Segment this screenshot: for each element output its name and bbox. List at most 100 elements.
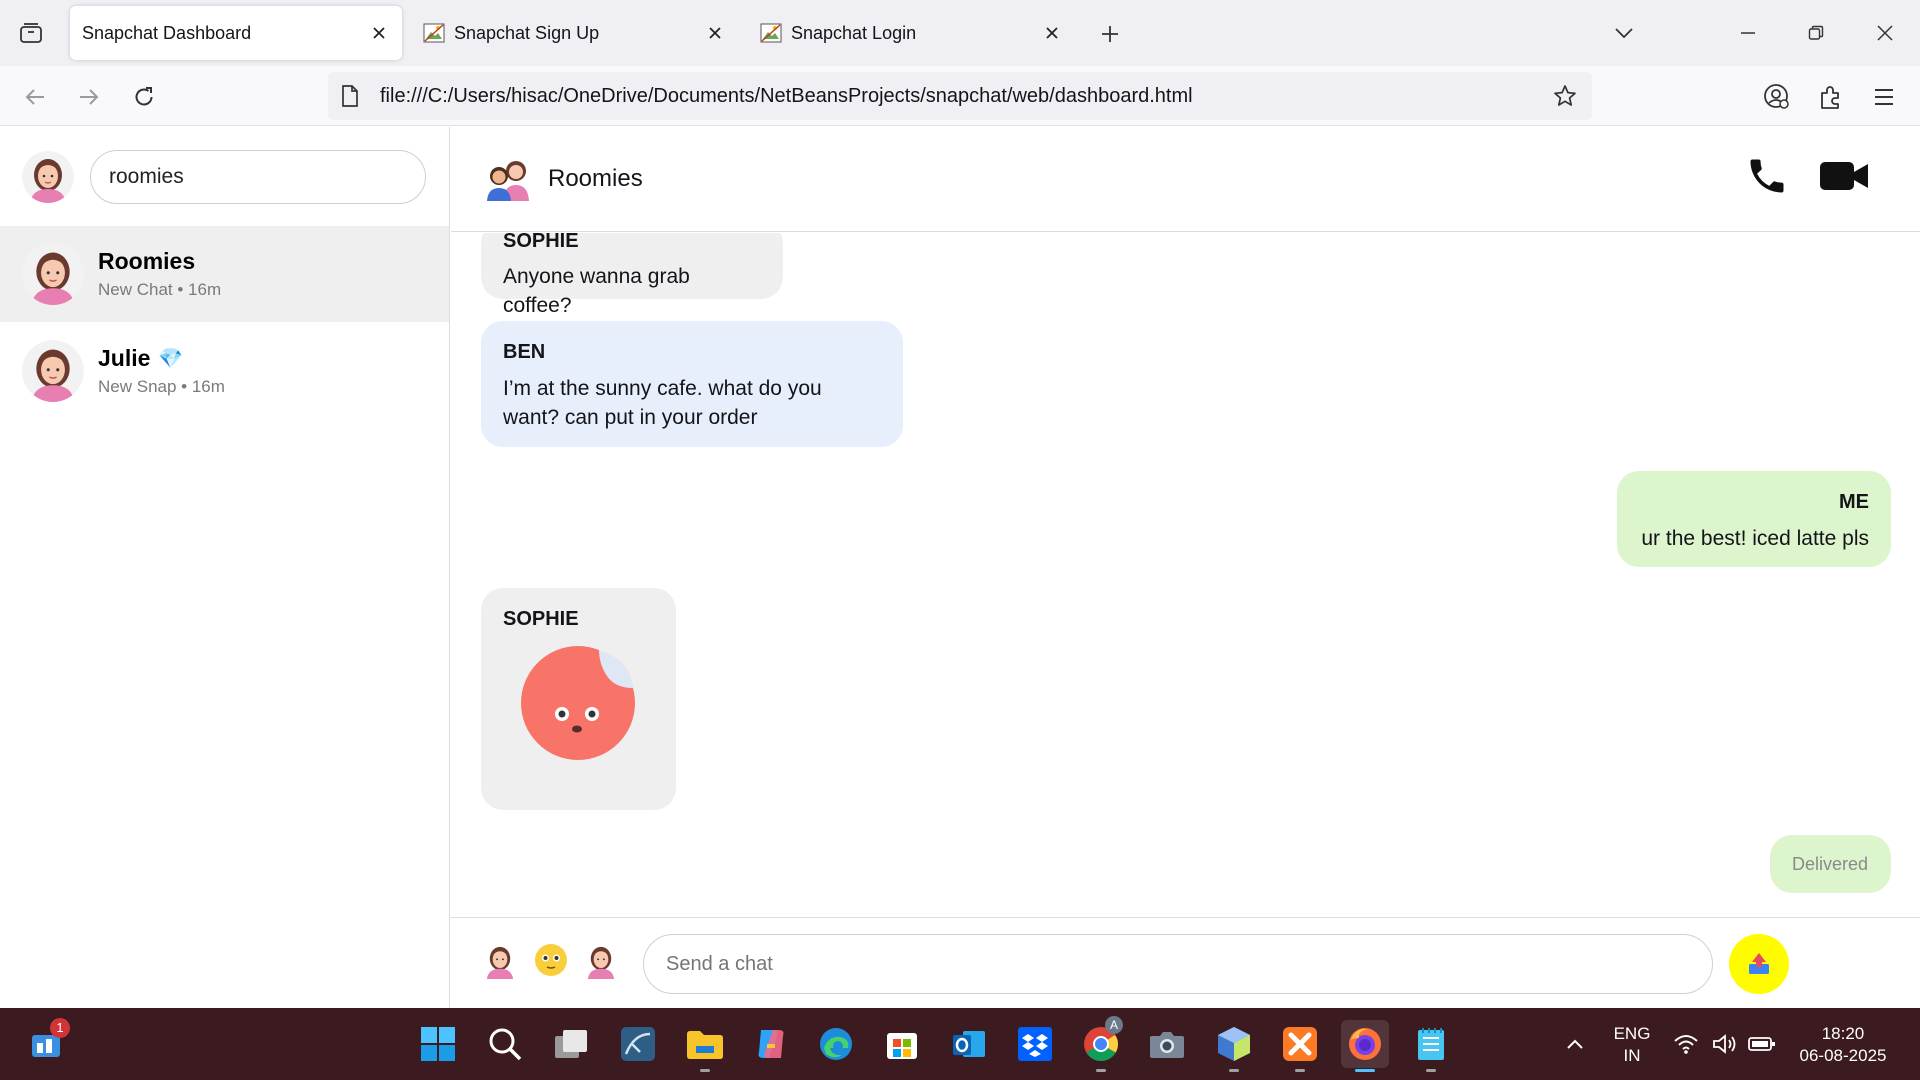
language-code: ENG	[1613, 1024, 1651, 1043]
close-tab-icon[interactable]	[700, 18, 730, 48]
windows-start-icon[interactable]	[414, 1020, 462, 1068]
tab-title: Snapchat Sign Up	[454, 22, 600, 43]
tab-title: Snapchat Dashboard	[82, 22, 252, 43]
chat-title: Roomies	[548, 165, 643, 192]
chat-name: Julie	[98, 345, 151, 371]
widgets-icon[interactable]: 1	[24, 1018, 72, 1068]
user-avatar[interactable]	[22, 151, 74, 203]
close-window-icon[interactable]	[1865, 16, 1905, 50]
forward-arrow-icon[interactable]	[72, 80, 106, 114]
bitmoji-sticker-icon[interactable]	[581, 940, 621, 980]
language-indicator[interactable]: ENG IN	[1600, 1023, 1664, 1067]
account-icon[interactable]	[1760, 80, 1794, 114]
profile-badge: A	[1105, 1016, 1123, 1034]
chat-item-roomies[interactable]: Roomies New Chat • 16m	[0, 226, 449, 322]
address-bar[interactable]: file:///C:/Users/hisac/OneDrive/Document…	[328, 72, 1592, 120]
tab-overflow-chevron-icon[interactable]	[1604, 16, 1644, 50]
tab-snapchat-dashboard[interactable]: Snapchat Dashboard	[70, 6, 402, 60]
tab-list-icon[interactable]	[14, 18, 48, 48]
restore-icon[interactable]	[1796, 16, 1836, 50]
broken-image-icon	[759, 21, 783, 45]
file-explorer-icon[interactable]	[681, 1020, 729, 1072]
running-indicator	[1229, 1069, 1239, 1072]
wifi-icon[interactable]	[1664, 1020, 1708, 1068]
phone-call-icon[interactable]	[1742, 151, 1792, 201]
edge-browser-icon[interactable]	[812, 1020, 860, 1068]
clock-time: 18:20	[1821, 1024, 1865, 1043]
chrome-icon[interactable]: A	[1077, 1016, 1125, 1072]
mysql-workbench-icon[interactable]	[614, 1020, 662, 1068]
browser-toolbar: file:///C:/Users/hisac/OneDrive/Document…	[0, 66, 1920, 126]
running-indicator	[1426, 1069, 1436, 1072]
bookmark-star-icon[interactable]	[1550, 81, 1580, 111]
chat-subtitle: New Chat • 16m	[98, 280, 222, 299]
message-list: SOPHIE Anyone wanna grab coffee? BEN I’m…	[451, 233, 1920, 917]
chat-header: Roomies	[451, 127, 1920, 232]
tab-snapchat-signup[interactable]: Snapchat Sign Up	[408, 6, 738, 60]
copilot-icon[interactable]	[747, 1020, 795, 1068]
chat-avatar	[22, 243, 84, 305]
chat-name: Roomies	[98, 248, 196, 274]
smiley-emoji-icon[interactable]	[531, 940, 571, 980]
tab-snapchat-login[interactable]: Snapchat Login	[745, 6, 1075, 60]
message-bubble-me: ME ur the best! iced latte pls	[1617, 471, 1891, 567]
running-indicator	[700, 1069, 710, 1072]
camera-icon[interactable]	[1143, 1020, 1191, 1068]
sidebar-header	[0, 127, 449, 227]
windows-taskbar: 1 A ENG IN 18:20 06-08-2025	[0, 1008, 1920, 1080]
close-tab-icon[interactable]	[1037, 18, 1067, 48]
message-bubble-sticker: SOPHIE	[481, 588, 676, 810]
running-indicator	[1295, 1069, 1305, 1072]
message-sender: SOPHIE	[503, 233, 579, 252]
message-text: I’m at the sunny cafe. what do you want?…	[503, 377, 822, 429]
virtualbox-icon[interactable]	[1210, 1020, 1258, 1072]
notepad-icon[interactable]	[1407, 1020, 1455, 1072]
back-arrow-icon[interactable]	[18, 80, 52, 114]
delivered-status: Delivered	[1770, 835, 1891, 893]
chat-avatar	[22, 340, 84, 402]
chat-item-julie[interactable]: Julie 💎 New Snap • 16m	[0, 323, 449, 419]
message-text: Anyone wanna grab coffee?	[503, 265, 690, 317]
task-view-icon[interactable]	[547, 1020, 595, 1068]
video-call-icon[interactable]	[1816, 153, 1872, 199]
xampp-icon[interactable]	[1276, 1020, 1324, 1072]
send-button[interactable]	[1729, 934, 1789, 994]
search-icon[interactable]	[481, 1020, 529, 1068]
bitmoji-icon[interactable]	[480, 940, 520, 980]
minimize-icon[interactable]	[1728, 16, 1768, 50]
region-code: IN	[1623, 1046, 1641, 1065]
chat-message-input[interactable]	[643, 934, 1713, 994]
hamburger-menu-icon[interactable]	[1867, 80, 1901, 114]
chat-sidebar: Roomies New Chat • 16m Julie 💎 New Snap …	[0, 127, 450, 1008]
clock[interactable]: 18:20 06-08-2025	[1790, 1023, 1896, 1067]
running-indicator	[1096, 1069, 1106, 1072]
show-hidden-icons-chevron[interactable]	[1551, 1020, 1599, 1068]
search-input[interactable]	[90, 150, 426, 204]
browser-tab-strip: Snapchat Dashboard Snapchat Sign Up Snap…	[0, 0, 1920, 66]
send-icon	[1749, 953, 1769, 974]
outlook-icon[interactable]	[945, 1020, 993, 1068]
message-bubble: SOPHIE Anyone wanna grab coffee?	[481, 233, 783, 317]
red-blob-sticker-icon[interactable]	[519, 644, 637, 762]
dropbox-icon[interactable]	[1011, 1020, 1059, 1068]
message-bubble: BEN I’m at the sunny cafe. what do you w…	[481, 321, 903, 447]
clock-date: 06-08-2025	[1799, 1046, 1887, 1065]
message-sender: ME	[1839, 491, 1869, 513]
microsoft-store-icon[interactable]	[878, 1020, 926, 1068]
url-text[interactable]: file:///C:/Users/hisac/OneDrive/Document…	[380, 85, 1550, 108]
message-sender: BEN	[503, 341, 546, 363]
broken-image-icon	[422, 21, 446, 45]
message-text: ur the best! iced latte pls	[1641, 527, 1869, 550]
battery-icon[interactable]	[1740, 1020, 1784, 1068]
group-avatar-icon	[485, 157, 531, 201]
firefox-icon[interactable]	[1341, 1020, 1389, 1072]
reload-icon[interactable]	[127, 80, 161, 114]
close-tab-icon[interactable]	[364, 18, 394, 48]
message-composer	[451, 917, 1920, 1008]
extensions-puzzle-icon[interactable]	[1814, 80, 1848, 114]
tab-title: Snapchat Login	[791, 22, 917, 43]
active-indicator	[1355, 1069, 1375, 1072]
notification-badge: 1	[50, 1018, 70, 1038]
new-tab-plus-icon[interactable]	[1094, 18, 1126, 50]
chat-subtitle: New Snap • 16m	[98, 377, 225, 396]
